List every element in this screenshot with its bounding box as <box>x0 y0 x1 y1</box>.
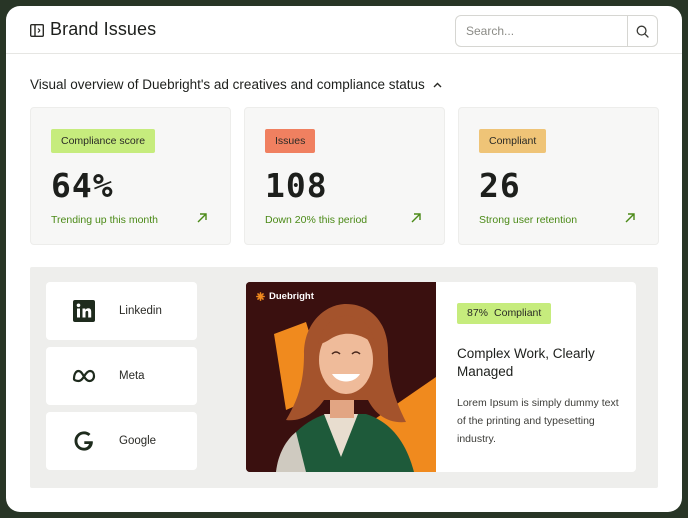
page-title: Brand Issues <box>50 19 157 39</box>
ad-brand-name: Duebright <box>269 291 314 302</box>
ad-illustration <box>246 282 436 472</box>
section-heading[interactable]: Visual overview of Duebright's ad creati… <box>30 77 442 92</box>
google-icon <box>71 429 97 453</box>
stat-badge: Compliant <box>479 129 547 153</box>
search-input[interactable] <box>456 16 627 46</box>
platform-item-meta[interactable]: Meta <box>46 347 197 405</box>
stat-card-compliant: Compliant 26 Strong user retention <box>458 107 659 245</box>
search-button[interactable] <box>627 16 657 46</box>
search-icon <box>636 25 649 38</box>
compliance-percent: 87% <box>467 307 489 319</box>
brand-logo-icon <box>256 292 265 301</box>
platform-item-linkedin[interactable]: Linkedin <box>46 282 197 340</box>
trend-arrow-icon <box>197 213 207 223</box>
stat-note: Down 20% this period <box>265 214 368 226</box>
platform-label: Google <box>119 435 157 447</box>
stat-note: Strong user retention <box>479 214 578 226</box>
compliance-label: Compliant <box>494 307 542 319</box>
sidebar-toggle-icon[interactable] <box>30 24 44 37</box>
trend-arrow-icon <box>625 213 635 223</box>
platform-label: Linkedin <box>119 305 162 317</box>
ad-image: Duebright <box>246 282 436 472</box>
platform-label: Meta <box>119 370 145 382</box>
ad-creatives-panel: Linkedin Meta Google Duebright 87% Compl… <box>30 267 658 488</box>
stat-card-compliance-score: Compliance score 64% Trending up this mo… <box>30 107 231 245</box>
section-heading-text: Visual overview of Duebright's ad creati… <box>30 77 425 92</box>
ad-headline: Complex Work, Clearly Managed <box>457 346 595 379</box>
stat-badge: Compliance score <box>51 129 156 153</box>
ad-body-text: Lorem Ipsum is simply dummy text of the … <box>457 397 619 445</box>
linkedin-icon <box>71 299 97 323</box>
platform-item-google[interactable]: Google <box>46 412 197 470</box>
stat-value: 64% <box>51 166 114 205</box>
chevron-up-icon <box>433 82 442 87</box>
ad-content: 87% Compliant Complex Work, Clearly Manag… <box>457 303 622 448</box>
stat-card-issues: Issues 108 Down 20% this period <box>244 107 445 245</box>
ad-brand: Duebright <box>256 291 314 302</box>
stat-value: 26 <box>479 166 521 205</box>
meta-icon <box>71 364 97 388</box>
top-bar: Brand Issues <box>6 6 682 54</box>
stat-value: 108 <box>265 166 328 205</box>
search-box <box>455 15 658 47</box>
ad-creative-card[interactable]: Duebright 87% Compliant Complex Work, Cle… <box>246 282 636 472</box>
stat-badge: Issues <box>265 129 316 153</box>
stat-note: Trending up this month <box>51 214 159 226</box>
trend-arrow-icon <box>411 213 421 223</box>
app-window: Brand Issues Visual overview of Duebrigh… <box>6 6 682 512</box>
compliance-badge: 87% Compliant <box>457 303 552 324</box>
